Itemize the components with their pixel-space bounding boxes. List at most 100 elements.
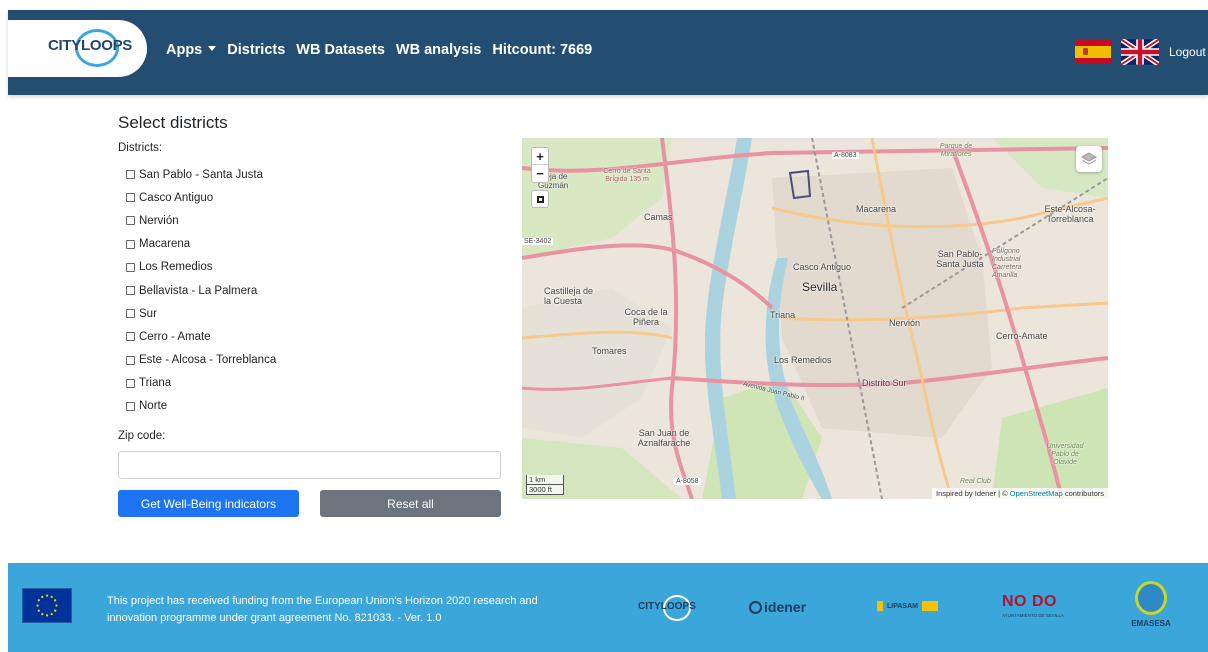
logo-text: CITYLOOPS bbox=[48, 37, 132, 54]
map-label-nervion: Nervión bbox=[889, 318, 921, 328]
district-label: Los Remedios bbox=[139, 261, 213, 274]
map-label-macarena: Macarena bbox=[856, 204, 897, 214]
nodo-text: NO DO bbox=[1002, 593, 1057, 610]
map-label-a8083: A-8083 bbox=[832, 152, 859, 159]
nodo-logo: NO DO AYUNTAMIENTO DE SEVILLA bbox=[1002, 593, 1072, 618]
top-navbar: CITYLOOPS Apps Districts WB Datasets WB … bbox=[8, 10, 1208, 95]
logout-link[interactable]: Logout bbox=[1169, 45, 1206, 59]
checkbox[interactable] bbox=[126, 332, 135, 342]
caret-down-icon bbox=[208, 46, 217, 51]
checkbox[interactable] bbox=[126, 355, 135, 365]
map-label-san-pablo-santa-justa: San Pablo-Santa Justa bbox=[936, 249, 984, 269]
map-label-san-juan: San Juan de Aznalfarache bbox=[637, 428, 691, 448]
district-item-bellavista-la-palmera[interactable]: Bellavista - La Palmera bbox=[126, 279, 276, 302]
nav-wb-datasets[interactable]: WB Datasets bbox=[296, 42, 385, 58]
map-label-a8058: A-8058 bbox=[674, 478, 701, 485]
attribution-suffix: contributors bbox=[1064, 489, 1104, 498]
map-attribution: Inspired by Idener | © OpenStreetMap con… bbox=[931, 488, 1108, 499]
map-label-los-remedios: Los Remedios bbox=[774, 355, 832, 365]
cityloops-footer-text: CITYLOOPS bbox=[638, 601, 696, 612]
map-label-universidad: Universidad Pablo de Olavide bbox=[1046, 443, 1084, 466]
district-checkbox-list: San Pablo - Santa Justa Casco Antiguo Ne… bbox=[126, 163, 276, 418]
map-label-camas: Camas bbox=[644, 212, 673, 222]
zoom-out-button[interactable]: − bbox=[532, 165, 548, 182]
cityloops-footer-logo: CITYLOOPS bbox=[635, 595, 699, 623]
emasesa-text: EMASESA bbox=[1131, 619, 1171, 628]
checkbox[interactable] bbox=[126, 401, 135, 411]
checkbox[interactable] bbox=[126, 378, 135, 388]
water-drop-icon bbox=[1135, 581, 1167, 615]
idener-logo: idener bbox=[749, 599, 806, 615]
map-label-se3402: SE-3402 bbox=[522, 238, 554, 245]
district-item-sur[interactable]: Sur bbox=[126, 302, 276, 325]
district-map[interactable]: Sevilla Macarena Casco Antiguo Triana Ne… bbox=[522, 138, 1108, 499]
district-item-norte[interactable]: Norte bbox=[126, 395, 276, 418]
district-item-nervion[interactable]: Nervión bbox=[126, 209, 276, 232]
checkbox[interactable] bbox=[126, 239, 135, 249]
eu-flag-icon bbox=[22, 588, 72, 623]
district-label: Bellavista - La Palmera bbox=[139, 284, 258, 297]
nav-apps-dropdown[interactable]: Apps bbox=[166, 42, 217, 58]
map-scale: 1 km 3000 ft bbox=[526, 475, 564, 495]
checkbox[interactable] bbox=[126, 193, 135, 203]
district-item-san-pablo-santa-justa[interactable]: San Pablo - Santa Justa bbox=[126, 163, 276, 186]
zip-code-input[interactable] bbox=[118, 451, 501, 479]
idener-gear-icon bbox=[749, 601, 762, 614]
map-label-castilleja-cuesta: Castilleja de la Cuesta bbox=[544, 286, 594, 306]
district-label: Triana bbox=[139, 377, 172, 390]
map-label-este-alcosa: Este-Alcosa-Torreblanca bbox=[1044, 204, 1096, 224]
map-label-sevilla: Sevilla bbox=[802, 280, 838, 294]
hitcount-label: Hitcount: 7669 bbox=[492, 42, 593, 58]
map-label-tomares: Tomares bbox=[592, 346, 627, 356]
zoom-in-button[interactable]: + bbox=[532, 148, 548, 165]
map-label-cerro-amate: Cerro-Amate bbox=[996, 331, 1048, 341]
map-label-poligono: Polígono Industrial Carretera Amarilla bbox=[992, 248, 1022, 279]
square-icon bbox=[536, 195, 544, 203]
lipasam-logo: LIPASAM bbox=[877, 601, 938, 611]
district-item-cerro-amate[interactable]: Cerro - Amate bbox=[126, 325, 276, 348]
checkbox[interactable] bbox=[126, 216, 135, 226]
districts-label: Districts: bbox=[118, 142, 163, 154]
spanish-flag-icon[interactable] bbox=[1075, 40, 1111, 64]
district-item-este-alcosa-torreblanca[interactable]: Este - Alcosa - Torreblanca bbox=[126, 349, 276, 372]
map-tiles bbox=[522, 138, 1108, 499]
district-label: Sur bbox=[139, 307, 157, 320]
reset-all-button[interactable]: Reset all bbox=[320, 490, 501, 517]
checkbox[interactable] bbox=[126, 262, 135, 272]
district-label: Cerro - Amate bbox=[139, 330, 211, 343]
nodo-subtext: AYUNTAMIENTO DE SEVILLA bbox=[1002, 613, 1065, 618]
zoom-control: + − bbox=[531, 147, 549, 183]
uk-flag-icon[interactable] bbox=[1121, 39, 1159, 65]
emasesa-logo: EMASESA bbox=[1122, 581, 1180, 639]
layers-icon bbox=[1081, 152, 1097, 165]
checkbox[interactable] bbox=[126, 286, 135, 296]
lipasam-text: LIPASAM bbox=[887, 602, 918, 610]
map-label-triana: Triana bbox=[770, 310, 796, 320]
district-label: Este - Alcosa - Torreblanca bbox=[139, 354, 277, 367]
district-label: Macarena bbox=[139, 238, 191, 251]
cityloops-logo[interactable]: CITYLOOPS bbox=[8, 20, 147, 77]
attribution-prefix: Inspired by Idener | © bbox=[935, 489, 1008, 498]
district-label: Nervión bbox=[139, 214, 179, 227]
footer: This project has received funding from t… bbox=[8, 563, 1208, 652]
district-item-los-remedios[interactable]: Los Remedios bbox=[126, 256, 276, 279]
scale-ft: 3000 ft bbox=[526, 485, 564, 495]
checkbox[interactable] bbox=[126, 170, 135, 180]
district-label: Norte bbox=[139, 400, 168, 413]
fullscreen-button[interactable] bbox=[531, 190, 549, 208]
map-label-real-club: Real Club bbox=[960, 478, 991, 485]
nav-wb-analysis[interactable]: WB analysis bbox=[396, 42, 481, 58]
map-label-casco-antiguo: Casco Antiguo bbox=[793, 262, 852, 272]
nav-districts[interactable]: Districts bbox=[227, 42, 285, 58]
map-label-cerro-santa-brigida: Cerro de Santa Brígida 135 m bbox=[603, 168, 651, 183]
checkbox[interactable] bbox=[126, 309, 135, 319]
layers-button[interactable] bbox=[1076, 146, 1102, 172]
get-wellbeing-indicators-button[interactable]: Get Well-Being indicators bbox=[118, 490, 299, 517]
nav-menu: Apps Districts WB Datasets WB analysis H… bbox=[166, 42, 592, 58]
idener-text: idener bbox=[764, 599, 807, 615]
openstreetmap-link[interactable]: OpenStreetMap bbox=[1010, 489, 1063, 498]
nav-apps-label: Apps bbox=[166, 42, 203, 58]
district-item-triana[interactable]: Triana bbox=[126, 372, 276, 395]
district-item-macarena[interactable]: Macarena bbox=[126, 233, 276, 256]
district-item-casco-antiguo[interactable]: Casco Antiguo bbox=[126, 186, 276, 209]
